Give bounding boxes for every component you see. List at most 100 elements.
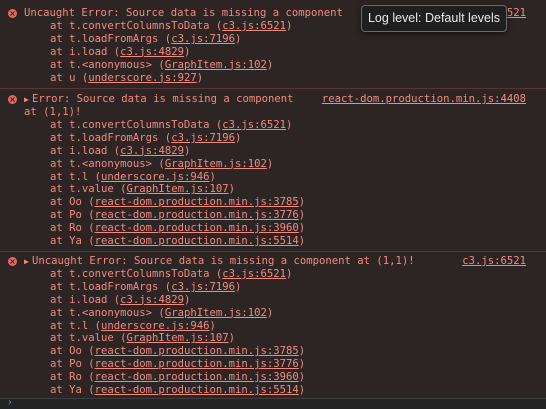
stack-frame: at i.load (c3.js:4829) xyxy=(50,294,305,307)
stack-frame-link[interactable]: c3.js:4829 xyxy=(120,46,184,58)
error-source-link[interactable]: react-dom.production.min.js:4408 xyxy=(322,93,526,106)
stack-frame-link[interactable]: react-dom.production.min.js:3776 xyxy=(95,358,299,370)
stack-frame-suffix: ) xyxy=(298,345,306,358)
stack-frame-link[interactable]: GraphItem.js:102 xyxy=(165,59,267,71)
stack-frame-link[interactable]: GraphItem.js:107 xyxy=(127,332,229,344)
stack-frame-link[interactable]: c3.js:7196 xyxy=(171,33,235,45)
stack-frame: at t.<anonymous> (GraphItem.js:102) xyxy=(50,158,305,171)
stack-frame-suffix: ) xyxy=(298,235,306,248)
stack-frame-suffix: ) xyxy=(209,319,216,332)
expand-triangle-icon[interactable]: ▶ xyxy=(24,256,32,269)
stack-frame: at u (underscore.js:927) xyxy=(50,72,292,85)
stack-frame-suffix: ) xyxy=(183,45,191,58)
stack-frame-link[interactable]: c3.js:7196 xyxy=(171,132,235,144)
error-message-continued: at (1,1)! xyxy=(24,106,82,118)
stack-trace: at t.convertColumnsToData (c3.js:6521) at… xyxy=(50,268,305,397)
stack-frame-suffix: ) xyxy=(209,170,216,183)
stack-frame-suffix: ) xyxy=(266,306,274,319)
stack-frame-function: at Ro ( xyxy=(50,222,95,235)
stack-frame: at t.loadFromArgs (c3.js:7196) xyxy=(50,281,305,294)
stack-frame-function: at Ya ( xyxy=(50,384,95,397)
stack-frame-function: at t.<anonymous> ( xyxy=(50,58,165,71)
error-icon: × xyxy=(8,95,17,104)
prompt-caret-icon: › xyxy=(8,397,12,408)
stack-frame-function: at Ya ( xyxy=(50,235,95,248)
stack-frame-function: at i.load ( xyxy=(50,45,121,58)
stack-frame: at t.convertColumnsToData (c3.js:6521) xyxy=(50,119,305,132)
console-prompt[interactable]: › xyxy=(0,397,546,409)
stack-frame: at Po (react-dom.production.min.js:3776) xyxy=(50,358,305,371)
console-error-entry[interactable]: × ▶ Error: Source data is missing a compo… xyxy=(0,88,546,252)
stack-frame-link[interactable]: react-dom.production.min.js:3960 xyxy=(95,371,299,383)
stack-frame-link[interactable]: underscore.js:927 xyxy=(88,72,196,84)
stack-frame-link[interactable]: GraphItem.js:102 xyxy=(165,158,267,170)
stack-frame-function: at t.convertColumnsToData ( xyxy=(50,119,223,131)
stack-frame-function: at Ro ( xyxy=(50,371,95,384)
error-message[interactable]: ▶ Uncaught Error: Source data is missing … xyxy=(24,255,415,269)
stack-frame-link[interactable]: react-dom.production.min.js:3960 xyxy=(95,222,299,234)
stack-frame-suffix: ) xyxy=(286,268,293,280)
stack-frame: at t.value (GraphItem.js:107) xyxy=(50,332,305,345)
stack-frame-suffix: ) xyxy=(266,58,274,71)
stack-frame-link[interactable]: c3.js:4829 xyxy=(120,294,184,306)
stack-frame-link[interactable]: c3.js:6521 xyxy=(222,20,286,32)
stack-frame-suffix: ) xyxy=(183,144,191,157)
stack-frame-link[interactable]: react-dom.production.min.js:3785 xyxy=(95,196,299,208)
stack-frame-link[interactable]: underscore.js:946 xyxy=(101,171,209,183)
stack-frame: at t.l (underscore.js:946) xyxy=(50,320,305,333)
stack-frame: at i.load (c3.js:4829) xyxy=(50,46,292,59)
stack-frame: at Ro (react-dom.production.min.js:3960) xyxy=(50,222,305,235)
stack-frame-link[interactable]: underscore.js:946 xyxy=(101,320,209,332)
stack-frame-suffix: ) xyxy=(298,371,306,384)
stack-frame: at Oo (react-dom.production.min.js:3785) xyxy=(50,196,305,209)
stack-frame-suffix: ) xyxy=(298,222,306,235)
stack-frame-suffix: ) xyxy=(298,196,306,209)
stack-frame: at Oo (react-dom.production.min.js:3785) xyxy=(50,345,305,358)
stack-frame-function: at t.value ( xyxy=(50,183,127,196)
stack-frame-suffix: ) xyxy=(298,209,306,222)
stack-frame-link[interactable]: react-dom.production.min.js:5514 xyxy=(95,384,299,396)
stack-frame-function: at t.loadFromArgs ( xyxy=(50,131,172,144)
stack-frame-suffix: ) xyxy=(196,71,204,84)
stack-frame: at t.value (GraphItem.js:107) xyxy=(50,183,305,196)
stack-frame-suffix: ) xyxy=(234,131,242,144)
stack-frame-link[interactable]: c3.js:7196 xyxy=(171,281,235,293)
stack-frame-link[interactable]: react-dom.production.min.js:5514 xyxy=(95,235,299,247)
expand-triangle-icon[interactable]: ▶ xyxy=(24,94,32,107)
stack-frame: at t.<anonymous> (GraphItem.js:102) xyxy=(50,59,292,72)
stack-frame: at t.loadFromArgs (c3.js:7196) xyxy=(50,33,292,46)
stack-frame: at t.loadFromArgs (c3.js:7196) xyxy=(50,132,305,145)
error-source-link[interactable]: 521 xyxy=(507,7,526,20)
stack-frame-function: at Oo ( xyxy=(50,345,95,358)
stack-frame: at Ro (react-dom.production.min.js:3960) xyxy=(50,371,305,384)
stack-frame-link[interactable]: c3.js:4829 xyxy=(120,145,184,157)
error-icon: × xyxy=(8,257,17,266)
stack-frame: at Ya (react-dom.production.min.js:5514) xyxy=(50,235,305,248)
stack-frame-function: at t.loadFromArgs ( xyxy=(50,32,172,45)
stack-frame-suffix: ) xyxy=(266,157,274,170)
stack-frame-suffix: ) xyxy=(234,280,242,293)
stack-frame-link[interactable]: react-dom.production.min.js:3785 xyxy=(95,345,299,357)
stack-frame-function: at Oo ( xyxy=(50,196,95,209)
console-error-entry[interactable]: × ▶ Uncaught Error: Source data is missin… xyxy=(0,251,546,399)
stack-frame-function: at u ( xyxy=(50,71,89,84)
error-message[interactable]: ▶ Error: Source data is missing a compone… xyxy=(24,93,294,107)
log-level-tooltip: Log level: Default levels xyxy=(361,5,507,32)
stack-frame-link[interactable]: c3.js:6521 xyxy=(222,268,286,280)
stack-trace: at t.convertColumnsToData (c3.js:6521) at… xyxy=(50,20,292,84)
stack-frame: at t.l (underscore.js:946) xyxy=(50,171,305,184)
stack-frame-link[interactable]: c3.js:6521 xyxy=(222,119,286,131)
stack-frame-function: at t.loadFromArgs ( xyxy=(50,280,172,293)
stack-frame-function: at t.l ( xyxy=(50,319,102,332)
error-source-link[interactable]: c3.js:6521 xyxy=(462,255,526,268)
stack-frame-link[interactable]: GraphItem.js:102 xyxy=(165,307,267,319)
stack-frame-function: at t.convertColumnsToData ( xyxy=(50,268,223,280)
stack-frame-link[interactable]: react-dom.production.min.js:3776 xyxy=(95,209,299,221)
stack-frame-suffix: ) xyxy=(286,119,293,131)
stack-frame-suffix: ) xyxy=(228,332,235,345)
stack-frame-suffix: ) xyxy=(298,358,306,371)
error-message: Uncaught Error: Source data is missing a… xyxy=(24,7,343,19)
stack-frame: at Ya (react-dom.production.min.js:5514) xyxy=(50,384,305,397)
stack-frame-link[interactable]: GraphItem.js:107 xyxy=(127,183,229,195)
stack-frame-suffix: ) xyxy=(298,384,306,397)
